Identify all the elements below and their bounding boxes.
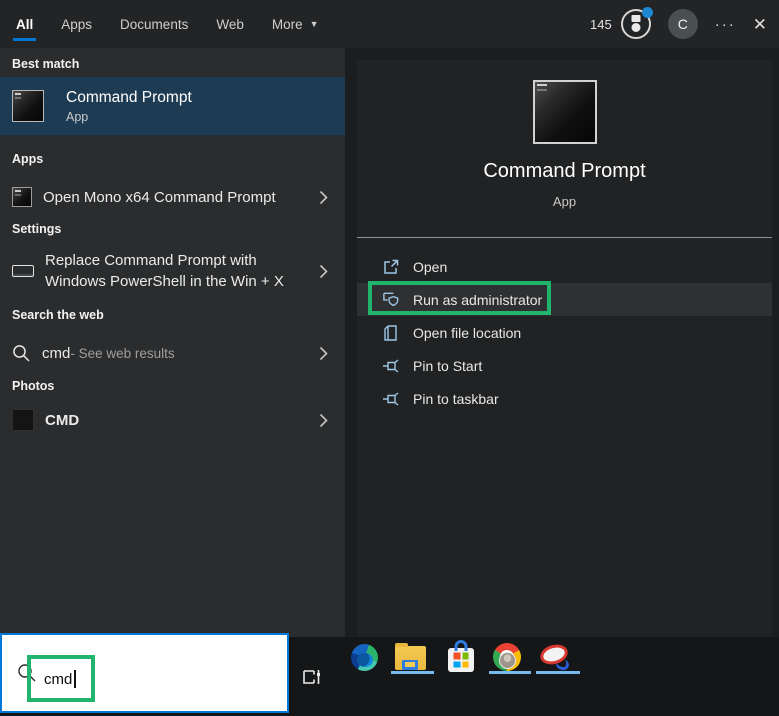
rewards-count: 145 [590,17,612,32]
text-cursor [74,670,76,688]
tab-more-label: More [272,17,303,32]
search-icon [12,344,31,363]
file-location-icon [382,324,400,342]
action-pin-to-taskbar[interactable]: Pin to taskbar [357,382,772,415]
preview-panel: Command Prompt App Open Run as administr… [357,60,772,637]
chrome-profile-badge [499,652,516,669]
action-run-as-administrator[interactable]: Run as administrator [357,283,772,316]
task-view-button[interactable] [301,666,323,693]
tab-all-label: All [16,17,33,32]
taskbar-search-input[interactable]: cmd [0,633,289,713]
action-label: Pin to taskbar [413,391,499,407]
google-chrome-icon[interactable] [493,643,521,671]
running-indicator-chrome [489,671,531,674]
notification-dot [642,7,653,18]
microsoft-edge-icon[interactable] [351,644,378,671]
close-button[interactable]: ✕ [753,16,767,33]
rewards-trophy-icon [621,9,651,39]
web-suffix: - See web results [70,346,174,361]
action-pin-to-start[interactable]: Pin to Start [357,349,772,382]
result-title: Command Prompt [66,89,192,107]
running-indicator-capture-app [536,671,580,674]
tab-web-label: Web [216,17,244,32]
preview-app-type: App [357,194,772,209]
tab-more[interactable]: More ▼ [258,0,333,48]
photo-thumbnail-icon [12,409,34,431]
pin-icon [382,357,400,375]
result-open-mono-command-prompt[interactable]: Open Mono x64 Command Prompt [0,178,345,216]
tab-web[interactable]: Web [202,0,258,48]
result-title: Open Mono x64 Command Prompt [43,189,276,206]
open-launch-icon [382,258,400,276]
tab-documents-label: Documents [120,17,188,32]
action-label: Pin to Start [413,358,482,374]
chevron-right-icon [319,264,328,279]
action-label: Open file location [413,325,521,341]
windows-search-flyout: All Apps Documents Web More ▼ 145 C ··· … [0,0,779,716]
section-header-settings: Settings [12,222,61,236]
result-cmd-web-search[interactable]: cmd - See web results [0,334,345,372]
rewards-button[interactable]: 145 [590,9,651,39]
result-title: Replace Command Prompt with Windows Powe… [45,250,299,292]
tab-apps[interactable]: Apps [47,0,106,48]
search-icon [17,663,37,688]
microsoft-logo [454,653,469,668]
more-options-button[interactable]: ··· [715,16,736,33]
file-explorer-icon[interactable] [395,646,426,670]
search-query-text: cmd [44,671,72,688]
section-header-best-match: Best match [12,57,79,71]
command-prompt-icon [12,187,32,207]
running-indicator-file-explorer [391,671,434,674]
result-title: CMD [45,412,79,429]
chevron-right-icon [319,413,328,428]
microsoft-store-icon[interactable] [448,641,474,672]
command-prompt-icon-large [533,80,597,144]
chevron-right-icon [319,190,328,205]
action-open-file-location[interactable]: Open file location [357,316,772,349]
preview-app-name: Command Prompt [357,160,772,183]
avatar-initial: C [678,16,688,32]
action-label: Run as administrator [413,292,542,308]
preview-app-icon-wrap [533,80,597,144]
result-subtitle: App [66,110,192,124]
section-header-photos: Photos [12,379,54,393]
section-header-search-the-web: Search the web [12,308,104,322]
result-cmd-photo[interactable]: CMD [0,400,345,440]
action-open[interactable]: Open [357,250,772,283]
capture-app-icon[interactable] [539,642,570,670]
command-prompt-icon [12,90,44,122]
tab-documents[interactable]: Documents [106,0,202,48]
tab-all[interactable]: All [2,0,47,48]
section-header-apps: Apps [12,152,43,166]
web-query: cmd [42,345,70,362]
admin-shield-icon [382,291,400,309]
user-avatar[interactable]: C [668,9,698,39]
search-filter-bar: All Apps Documents Web More ▼ 145 C ··· … [0,0,779,48]
filter-tabs: All Apps Documents Web More ▼ [2,0,333,48]
window-bar-icon [12,265,34,277]
result-replace-cmd-powershell[interactable]: Replace Command Prompt with Windows Powe… [0,246,345,296]
chevron-right-icon [319,346,328,361]
chevron-down-icon: ▼ [310,19,319,29]
pin-icon [382,390,400,408]
result-best-match-command-prompt[interactable]: Command Prompt App [0,77,345,135]
topbar-right-cluster: 145 C ··· ✕ [590,0,767,48]
panel-divider [357,237,772,238]
action-label: Open [413,259,447,275]
tab-apps-label: Apps [61,17,92,32]
search-results-panel: Best match Command Prompt App Apps Open … [0,48,345,637]
